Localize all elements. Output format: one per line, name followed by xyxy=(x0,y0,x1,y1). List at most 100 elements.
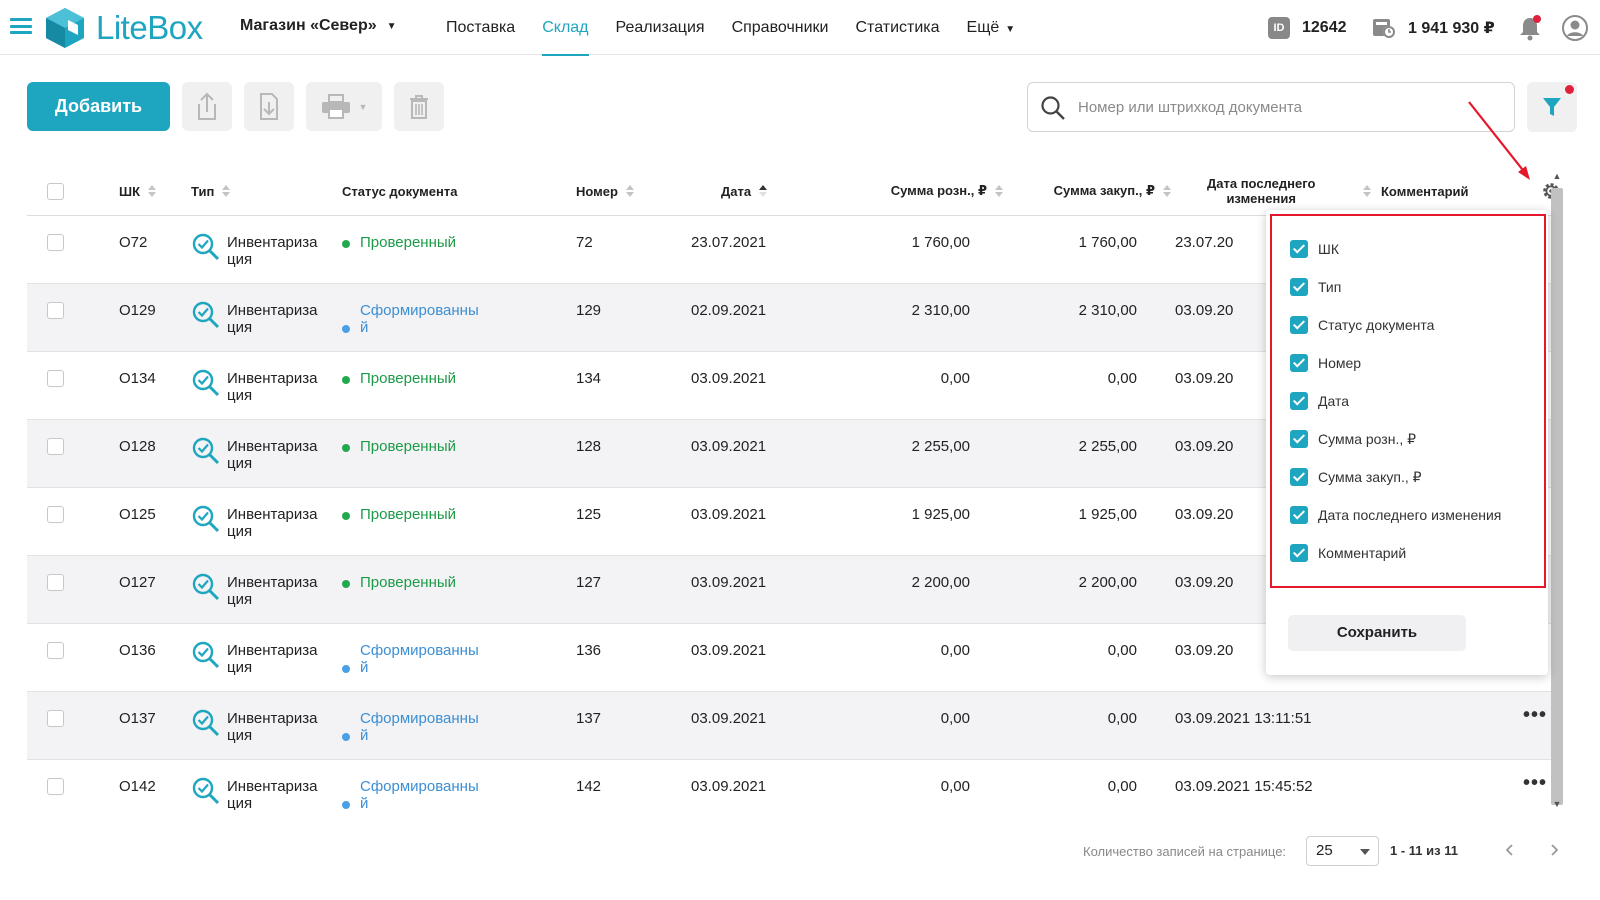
balance[interactable]: 1 941 930 ₽ xyxy=(1372,14,1495,42)
vertical-scrollbar[interactable]: ▲ ▼ xyxy=(1548,170,1566,810)
column-toggle-status[interactable]: Статус документа xyxy=(1290,314,1434,336)
select-all-checkbox[interactable] xyxy=(47,182,64,200)
column-toggle-comment[interactable]: Комментарий xyxy=(1290,542,1406,564)
annotation-arrow-icon xyxy=(1468,101,1530,180)
column-toggle-barcode[interactable]: ШК xyxy=(1290,238,1339,260)
cell-retail-sum: 2 200,00 xyxy=(911,574,970,591)
scrollbar-thumb[interactable] xyxy=(1551,188,1563,805)
checkbox-checked[interactable] xyxy=(1290,544,1308,562)
search-input[interactable] xyxy=(1078,83,1498,131)
cell-type: Инвентариза ция xyxy=(227,642,327,676)
checkbox-checked[interactable] xyxy=(1290,430,1308,448)
col-retail-sum[interactable]: Сумма розн., ₽ xyxy=(827,166,1003,216)
filter-active-dot xyxy=(1565,85,1574,94)
row-checkbox[interactable] xyxy=(47,710,64,727)
col-last-change[interactable]: Дата последнего изменения xyxy=(1207,166,1315,216)
scroll-up-icon[interactable]: ▲ xyxy=(1551,170,1563,182)
inventory-icon xyxy=(192,233,220,261)
more-actions-icon[interactable]: ••• xyxy=(1523,705,1547,725)
cell-purchase-sum: 0,00 xyxy=(1107,370,1137,387)
checkbox-checked[interactable] xyxy=(1290,240,1308,258)
notifications[interactable] xyxy=(1518,14,1542,42)
status-dot xyxy=(342,580,350,588)
col-barcode-label: ШК xyxy=(119,183,140,199)
column-toggle-label: Тип xyxy=(1318,279,1342,295)
add-button[interactable]: Добавить xyxy=(27,82,170,131)
column-toggle-last-change[interactable]: Дата последнего изменения xyxy=(1290,504,1501,526)
column-toggle-date[interactable]: Дата xyxy=(1290,390,1349,412)
status-text-line2: й xyxy=(360,659,369,676)
menu-icon[interactable] xyxy=(10,18,32,34)
status-badge: Сформированны й xyxy=(342,710,492,744)
row-checkbox[interactable] xyxy=(47,506,64,523)
status-dot xyxy=(342,665,350,673)
nav-statistics[interactable]: Статистика xyxy=(856,0,940,55)
nav-references[interactable]: Справочники xyxy=(732,0,829,55)
status-text: Проверенный xyxy=(360,506,457,523)
print-button[interactable]: ▼ xyxy=(306,82,382,131)
balance-value: 1 941 930 ₽ xyxy=(1408,20,1495,37)
nav-sales[interactable]: Реализация xyxy=(616,0,705,55)
col-barcode[interactable]: ШК xyxy=(119,166,156,216)
chevron-down-icon: ▼ xyxy=(386,20,397,32)
row-checkbox[interactable] xyxy=(47,438,64,455)
col-date[interactable]: Дата xyxy=(721,166,768,216)
nav-warehouse[interactable]: Склад xyxy=(542,0,589,56)
col-number[interactable]: Номер xyxy=(576,166,634,216)
column-toggle-purchase-sum[interactable]: Сумма закуп., ₽ xyxy=(1290,466,1422,488)
per-page-select[interactable]: 25 xyxy=(1306,836,1379,866)
delete-button[interactable] xyxy=(394,82,444,131)
col-last-change-sort[interactable] xyxy=(1355,166,1371,216)
row-checkbox[interactable] xyxy=(47,302,64,319)
checkbox-checked[interactable] xyxy=(1290,278,1308,296)
checkbox-checked[interactable] xyxy=(1290,392,1308,410)
export-button[interactable] xyxy=(182,82,232,131)
import-button[interactable] xyxy=(244,82,294,131)
row-checkbox[interactable] xyxy=(47,642,64,659)
cell-type: Инвентариза ция xyxy=(227,234,327,268)
scroll-down-icon[interactable]: ▼ xyxy=(1551,798,1563,810)
cell-type-line1: Инвентариза xyxy=(227,778,318,795)
store-selector[interactable]: Магазин «Север» ▼ xyxy=(240,17,397,35)
save-button[interactable]: Сохранить xyxy=(1288,615,1466,651)
row-checkbox[interactable] xyxy=(47,778,64,795)
row-checkbox[interactable] xyxy=(47,234,64,251)
row-checkbox[interactable] xyxy=(47,370,64,387)
cell-type-line1: Инвентариза xyxy=(227,574,318,591)
chevron-right-icon[interactable] xyxy=(1546,842,1562,858)
status-dot xyxy=(342,733,350,741)
column-toggle-type[interactable]: Тип xyxy=(1290,276,1341,298)
account-id: ID 12642 xyxy=(1268,14,1347,42)
cell-type-line2: ция xyxy=(227,659,253,676)
cell-date: 03.09.2021 xyxy=(691,710,767,727)
table-row[interactable]: О137 Инвентариза ция Сформированны й 137 0… xyxy=(27,692,1560,760)
col-type[interactable]: Тип xyxy=(191,166,231,216)
cell-number: 128 xyxy=(576,438,602,455)
bell-icon xyxy=(1520,15,1541,41)
col-purchase-sum[interactable]: Сумма закуп., ₽ xyxy=(1007,166,1171,216)
account-id-value: 12642 xyxy=(1302,19,1347,36)
checkbox-checked[interactable] xyxy=(1290,468,1308,486)
table-row[interactable]: О142 Инвентариза ция Сформированны й 142 0… xyxy=(27,760,1560,810)
litebox-logo-icon xyxy=(46,8,84,48)
cell-type-line1: Инвентариза xyxy=(227,642,318,659)
more-actions-icon[interactable]: ••• xyxy=(1523,773,1547,793)
cell-last-change: 03.09.20 xyxy=(1175,506,1234,523)
checkbox-checked[interactable] xyxy=(1290,506,1308,524)
column-toggle-retail-sum[interactable]: Сумма розн., ₽ xyxy=(1290,428,1416,450)
row-checkbox[interactable] xyxy=(47,574,64,591)
nav-more[interactable]: Ещё ▼ xyxy=(967,0,1016,55)
cell-last-change: 03.09.20 xyxy=(1175,438,1234,455)
col-retail-sum-label: Сумма розн., ₽ xyxy=(890,183,987,198)
cell-type-line2: ция xyxy=(227,251,253,268)
column-toggle-number[interactable]: Номер xyxy=(1290,352,1361,374)
logo[interactable]: LiteBox xyxy=(44,6,203,50)
cell-date: 02.09.2021 xyxy=(691,302,767,319)
nav-supply[interactable]: Поставка xyxy=(446,0,515,55)
user-menu[interactable] xyxy=(1562,14,1588,42)
status-dot xyxy=(342,512,350,520)
sort-asc-icon xyxy=(759,185,768,197)
chevron-left-icon[interactable] xyxy=(1502,842,1518,858)
checkbox-checked[interactable] xyxy=(1290,354,1308,372)
checkbox-checked[interactable] xyxy=(1290,316,1308,334)
